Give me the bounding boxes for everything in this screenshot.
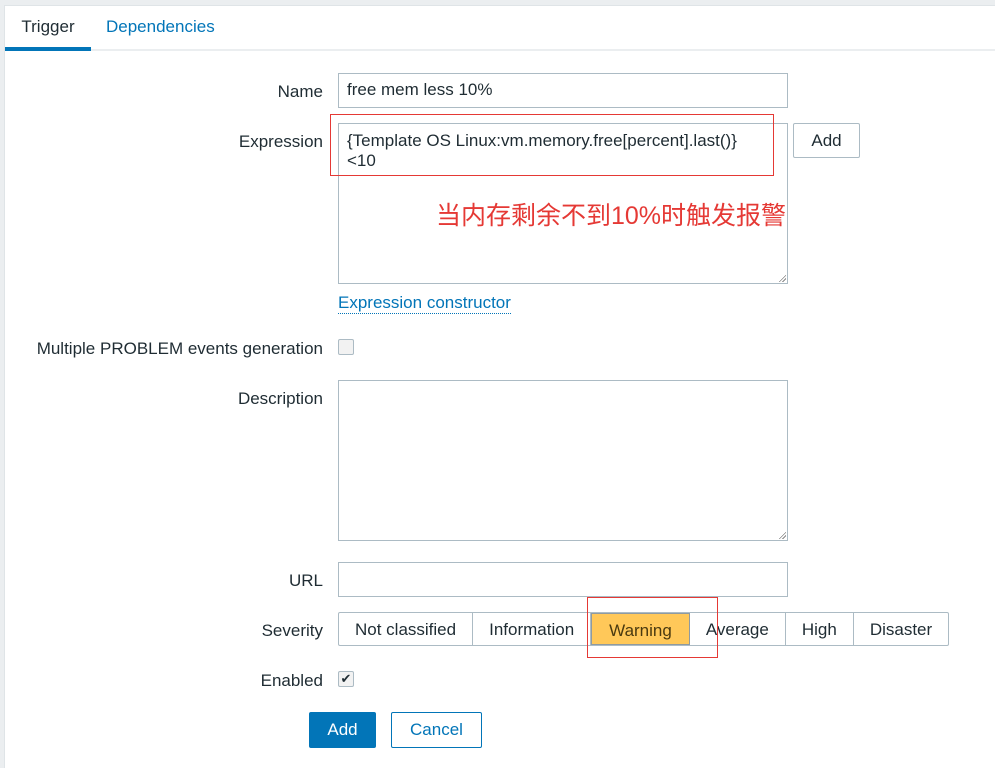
url-label: URL (288, 571, 323, 590)
tab-dependencies[interactable]: Dependencies (106, 17, 215, 37)
resize-handle[interactable] (778, 531, 786, 539)
cancel-button[interactable]: Cancel (391, 712, 482, 748)
description-label: Description (237, 389, 323, 408)
tab-bar: Trigger Dependencies (5, 6, 995, 51)
severity-high[interactable]: High (786, 613, 854, 645)
resize-handle[interactable] (778, 274, 786, 282)
multiple-problem-label: Multiple PROBLEM events generation (36, 339, 323, 358)
expression-label: Expression (238, 132, 323, 151)
add-button[interactable]: Add (309, 712, 376, 748)
severity-disaster[interactable]: Disaster (854, 613, 948, 645)
expression-add-button[interactable]: Add (793, 123, 860, 158)
severity-label: Severity (261, 621, 323, 640)
severity-information[interactable]: Information (473, 613, 592, 645)
url-input[interactable] (338, 562, 788, 597)
severity-not-classified[interactable]: Not classified (339, 613, 474, 645)
warning-highlight-box (587, 597, 718, 658)
description-textarea[interactable] (338, 380, 788, 541)
name-input[interactable]: free mem less 10% (338, 73, 788, 108)
tab-trigger[interactable]: Trigger (5, 17, 91, 51)
annotation-box (330, 114, 774, 176)
enabled-label: Enabled (260, 671, 323, 690)
annotation-text: 当内存剩余不到10%时触发报警 (436, 202, 787, 230)
multiple-problem-checkbox[interactable] (338, 339, 354, 355)
expression-constructor-link[interactable]: Expression constructor (338, 293, 511, 314)
name-label: Name (277, 82, 323, 101)
enabled-checkbox[interactable]: ✔ (338, 671, 354, 687)
